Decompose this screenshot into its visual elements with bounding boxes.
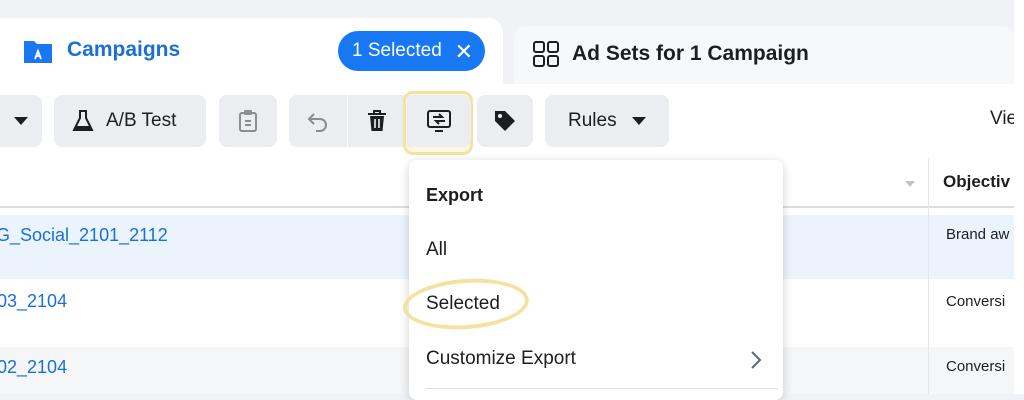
objective-cell: Conversi [946, 358, 1006, 375]
menu-divider [426, 388, 778, 389]
export-all-item[interactable]: All [426, 239, 447, 261]
duplicate-button[interactable] [219, 95, 277, 147]
campaign-name-link[interactable]: G_Social_2101_2112 [0, 225, 168, 246]
campaign-folder-icon [24, 41, 52, 63]
export-button[interactable] [407, 95, 471, 147]
selected-count-label: 1 Selected [352, 40, 442, 61]
trash-icon [368, 110, 386, 131]
delete-button[interactable] [348, 95, 406, 147]
page-edge [1014, 0, 1024, 394]
tag-icon [495, 111, 515, 131]
export-menu-header: Export [426, 185, 484, 205]
ab-test-label: A/B Test [106, 110, 177, 131]
rules-dropdown-button[interactable]: Rules [545, 95, 669, 147]
tag-button[interactable] [477, 95, 533, 147]
campaign-name-link[interactable]: 03_2104 [0, 291, 67, 312]
close-icon[interactable]: ✕ [455, 39, 473, 65]
adsets-grid-icon [533, 41, 559, 67]
rules-label: Rules [568, 110, 617, 131]
tab-adsets[interactable]: Ad Sets for 1 Campaign [514, 26, 1014, 84]
selected-count-pill[interactable]: 1 Selected ✕ [338, 31, 485, 71]
tab-campaigns-label: Campaigns [67, 38, 181, 61]
clipboard-icon [239, 110, 257, 132]
create-dropdown-button[interactable] [0, 95, 42, 147]
export-icon [427, 110, 451, 132]
undo-icon [307, 113, 327, 132]
objective-cell: Conversi [946, 293, 1006, 310]
objective-column-header[interactable]: Objectiv [943, 172, 1010, 192]
chevron-right-icon [751, 351, 762, 369]
chevron-down-icon [14, 117, 28, 125]
campaign-name-link[interactable]: 02_2104 [0, 357, 67, 378]
customize-export-item[interactable]: Customize Export [426, 348, 576, 370]
column-divider [928, 158, 929, 394]
caret-down-icon [631, 117, 646, 125]
flask-icon [72, 110, 94, 131]
undo-button[interactable] [289, 95, 347, 147]
objective-cell: Brand aw [946, 226, 1010, 243]
ab-test-button[interactable]: A/B Test [54, 95, 206, 147]
sort-caret-icon[interactable] [904, 180, 916, 188]
tab-adsets-label: Ad Sets for 1 Campaign [572, 42, 809, 65]
